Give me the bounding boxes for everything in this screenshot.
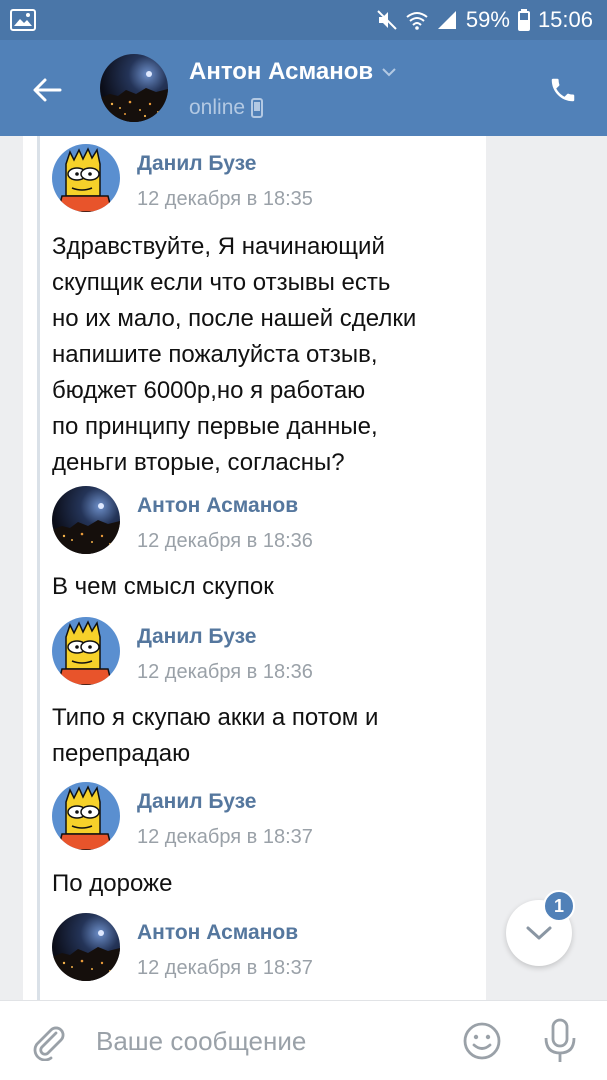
signal-icon	[437, 11, 456, 29]
back-button[interactable]	[22, 68, 72, 112]
message-header: Данил Бузе 12 декабря в 18:35	[52, 144, 313, 212]
bart-avatar-icon	[52, 144, 120, 212]
unread-badge: 1	[543, 890, 575, 922]
message-author[interactable]: Антон Асманов	[137, 494, 313, 518]
avatar[interactable]	[52, 782, 120, 850]
message-header: Данил Бузе 12 декабря в 18:37	[52, 782, 313, 850]
wifi-icon	[406, 12, 428, 30]
message-header: Данил Бузе 12 декабря в 18:36	[52, 617, 313, 685]
message-composer	[0, 1000, 607, 1080]
message-text: В чем смысл скупок	[52, 573, 274, 600]
message-author[interactable]: Антон Асманов	[137, 921, 313, 945]
avatar[interactable]	[52, 617, 120, 685]
message-date: 12 декабря в 18:37	[137, 957, 313, 979]
message-date: 12 декабря в 18:36	[137, 661, 313, 683]
message-date: 12 декабря в 18:36	[137, 530, 313, 552]
message-text: Типо я скупаю акки а потом и перепрадаю	[52, 704, 379, 767]
image-icon	[10, 9, 36, 31]
message-date: 12 декабря в 18:37	[137, 826, 313, 848]
message-text: Здравствуйте, Я начинающий скупщик если …	[52, 233, 417, 476]
mobile-phone-icon	[251, 98, 264, 118]
bart-avatar-icon	[52, 782, 120, 850]
contact-status: online	[189, 96, 246, 119]
paperclip-icon	[33, 1026, 65, 1062]
night-city-avatar-icon	[100, 54, 168, 122]
phone-icon	[551, 78, 575, 102]
message-input[interactable]	[96, 1023, 436, 1059]
voice-button[interactable]	[540, 1018, 580, 1064]
message-author[interactable]: Данил Бузе	[137, 625, 313, 649]
battery-percent: 59%	[465, 7, 510, 32]
mute-icon	[377, 10, 397, 30]
call-button[interactable]	[541, 68, 585, 112]
smile-icon	[463, 1022, 501, 1060]
message-header: Антон Асманов 12 декабря в 18:36	[52, 486, 313, 554]
chevron-down-icon[interactable]	[381, 67, 397, 77]
avatar[interactable]	[52, 486, 120, 554]
message-text: По дороже	[52, 870, 173, 897]
message-author[interactable]: Данил Бузе	[137, 152, 313, 176]
microphone-icon	[544, 1018, 576, 1062]
message-header: Антон Асманов 12 декабря в 18:37	[52, 913, 313, 981]
battery-icon	[517, 9, 530, 31]
chevron-down-icon	[526, 926, 552, 940]
avatar[interactable]	[52, 144, 120, 212]
clock: 15:06	[537, 7, 593, 32]
night-city-avatar-icon	[52, 486, 120, 554]
avatar[interactable]	[52, 913, 120, 981]
arrow-left-icon	[33, 78, 62, 102]
message-author[interactable]: Данил Бузе	[137, 790, 313, 814]
emoji-button[interactable]	[462, 1021, 502, 1061]
chat-header: Антон Асманов online	[0, 40, 607, 136]
attach-button[interactable]	[28, 1021, 68, 1062]
message-date: 12 декабря в 18:35	[137, 188, 313, 210]
contact-name[interactable]: Антон Асманов	[189, 58, 373, 86]
status-bar: 59% 15:06	[0, 0, 607, 40]
avatar[interactable]	[100, 54, 168, 122]
bart-avatar-icon	[52, 617, 120, 685]
night-city-avatar-icon	[52, 913, 120, 981]
quote-line	[37, 136, 40, 1000]
